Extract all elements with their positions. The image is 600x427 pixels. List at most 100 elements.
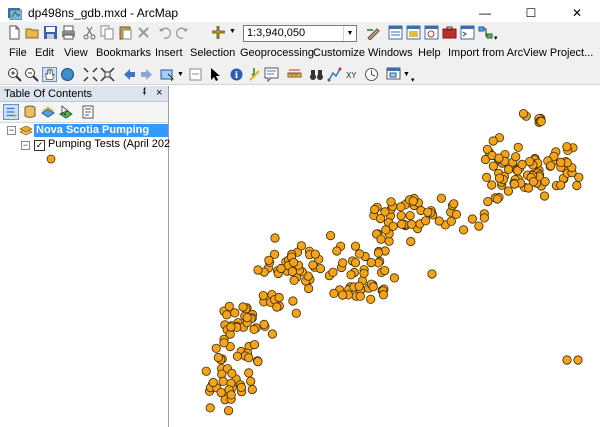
pumping-test-point[interactable] [556, 157, 566, 168]
map-display[interactable] [170, 86, 600, 427]
list-by-visibility-icon[interactable] [40, 104, 56, 120]
pumping-test-point[interactable] [354, 281, 364, 291]
pumping-test-point[interactable] [350, 241, 361, 251]
pumping-test-point[interactable] [213, 352, 223, 363]
find-route-icon[interactable] [327, 67, 342, 82]
menu-insert[interactable]: Insert [155, 47, 183, 59]
pumping-test-point[interactable] [219, 338, 229, 348]
menu-geoprocessing[interactable]: Geoprocessing [240, 47, 314, 59]
pumping-test-point[interactable] [556, 180, 566, 190]
pumping-test-point[interactable] [359, 268, 369, 278]
pumping-test-point[interactable] [407, 219, 417, 229]
pumping-test-point[interactable] [249, 324, 259, 334]
zoom-out-icon[interactable] [24, 67, 39, 82]
pumping-test-point[interactable] [350, 258, 361, 268]
fixed-zoom-out-icon[interactable] [100, 67, 115, 82]
pumping-test-point[interactable] [366, 294, 376, 304]
pumping-test-point[interactable] [354, 249, 365, 259]
pumping-test-point[interactable] [386, 197, 396, 207]
hyperlink-icon[interactable] [247, 67, 262, 82]
pumping-test-point[interactable] [272, 302, 282, 312]
pumping-test-point[interactable] [449, 199, 459, 209]
pumping-test-point[interactable] [396, 211, 406, 221]
pumping-test-point[interactable] [238, 302, 248, 312]
pumping-test-point[interactable] [355, 291, 365, 301]
layer-group-label[interactable]: Nova Scotia Pumping Tests [34, 124, 168, 149]
pumping-test-point[interactable] [222, 310, 232, 320]
viewer-dropdown-icon[interactable]: ▼ [403, 71, 410, 78]
pumping-test-point[interactable] [381, 225, 391, 235]
create-viewer-window-icon[interactable] [386, 67, 401, 82]
pumping-test-point[interactable] [253, 265, 263, 275]
pumping-test-point[interactable] [451, 209, 461, 219]
pumping-test-point[interactable] [246, 376, 256, 386]
pumping-test-point[interactable] [375, 214, 386, 224]
redo-icon[interactable] [175, 25, 190, 40]
pumping-test-point[interactable] [244, 368, 254, 378]
pumping-test-point[interactable] [332, 246, 342, 256]
menu-view[interactable]: View [64, 47, 88, 59]
menu-selection[interactable]: Selection [190, 47, 235, 59]
pumping-test-point[interactable] [328, 267, 338, 277]
pumping-test-point[interactable] [528, 177, 539, 187]
scale-dropdown-icon[interactable]: ▼ [343, 26, 356, 41]
menu-import-arcview[interactable]: Import from ArcView Project... [448, 47, 593, 59]
map-scale-value[interactable]: 1:3,940,050 [247, 27, 305, 39]
pumping-test-point[interactable] [434, 216, 444, 226]
pumping-test-point[interactable] [373, 248, 383, 258]
layer-collapse-icon[interactable]: − [21, 141, 30, 150]
pumping-test-point[interactable] [326, 231, 336, 241]
toc-pin-icon[interactable]: ᵮ [143, 87, 146, 98]
pumping-test-point[interactable] [236, 382, 247, 392]
menu-customize[interactable]: Customize [313, 47, 365, 59]
layer-visibility-checkbox[interactable]: ✓ [34, 140, 45, 151]
pumping-test-point[interactable] [289, 257, 299, 268]
toc-close-icon[interactable]: × [156, 87, 162, 99]
pumping-test-point[interactable] [366, 258, 376, 268]
python-window-icon[interactable] [460, 25, 475, 40]
pumping-test-point[interactable] [396, 202, 406, 212]
menu-bookmarks[interactable]: Bookmarks [96, 47, 151, 59]
select-elements-arrow-icon[interactable] [208, 67, 223, 82]
pumping-test-point[interactable] [573, 355, 583, 365]
pumping-test-point[interactable] [205, 403, 215, 413]
pumping-test-point[interactable] [540, 177, 550, 187]
pumping-test-point[interactable] [346, 270, 356, 280]
undo-icon[interactable] [157, 25, 172, 40]
select-features-dropdown-icon[interactable]: ▼ [177, 71, 184, 78]
pumping-test-point[interactable] [226, 322, 236, 332]
save-icon[interactable] [43, 25, 58, 40]
time-slider-icon[interactable] [364, 67, 379, 82]
pumping-test-point[interactable] [517, 159, 527, 170]
pumping-test-point[interactable] [249, 340, 260, 350]
pumping-test-point[interactable] [572, 180, 582, 191]
editor-toolbar-icon[interactable] [366, 25, 381, 40]
pumping-test-point[interactable] [513, 142, 523, 152]
pumping-test-point[interactable] [289, 275, 299, 285]
pumping-test-point[interactable] [291, 308, 301, 318]
pumping-test-point[interactable] [494, 173, 505, 183]
pumping-test-point[interactable] [408, 196, 418, 206]
pumping-test-point[interactable] [287, 267, 298, 277]
pumping-test-point[interactable] [458, 225, 469, 235]
list-by-selection-icon[interactable] [58, 104, 74, 120]
arctoolbox-icon[interactable] [442, 25, 457, 40]
menu-file[interactable]: File [9, 47, 27, 59]
pumping-test-point[interactable] [509, 179, 520, 189]
menu-help[interactable]: Help [418, 47, 441, 59]
pumping-test-point[interactable] [315, 264, 326, 274]
toolbar-options-icon[interactable]: ▾ [494, 34, 498, 42]
new-document-icon[interactable] [7, 25, 22, 40]
pumping-test-point[interactable] [244, 353, 254, 363]
paste-icon[interactable] [118, 25, 133, 40]
pumping-test-point[interactable] [479, 213, 489, 223]
full-extent-globe-icon[interactable] [60, 67, 75, 82]
zoom-in-icon[interactable] [7, 67, 22, 82]
pumping-test-point[interactable] [525, 157, 535, 167]
pumping-test-point[interactable] [492, 194, 502, 204]
print-icon[interactable] [61, 25, 76, 40]
fixed-zoom-in-icon[interactable] [83, 67, 98, 82]
copy-icon[interactable] [100, 25, 115, 40]
open-folder-icon[interactable] [25, 25, 40, 40]
pan-hand-icon[interactable] [42, 67, 57, 82]
